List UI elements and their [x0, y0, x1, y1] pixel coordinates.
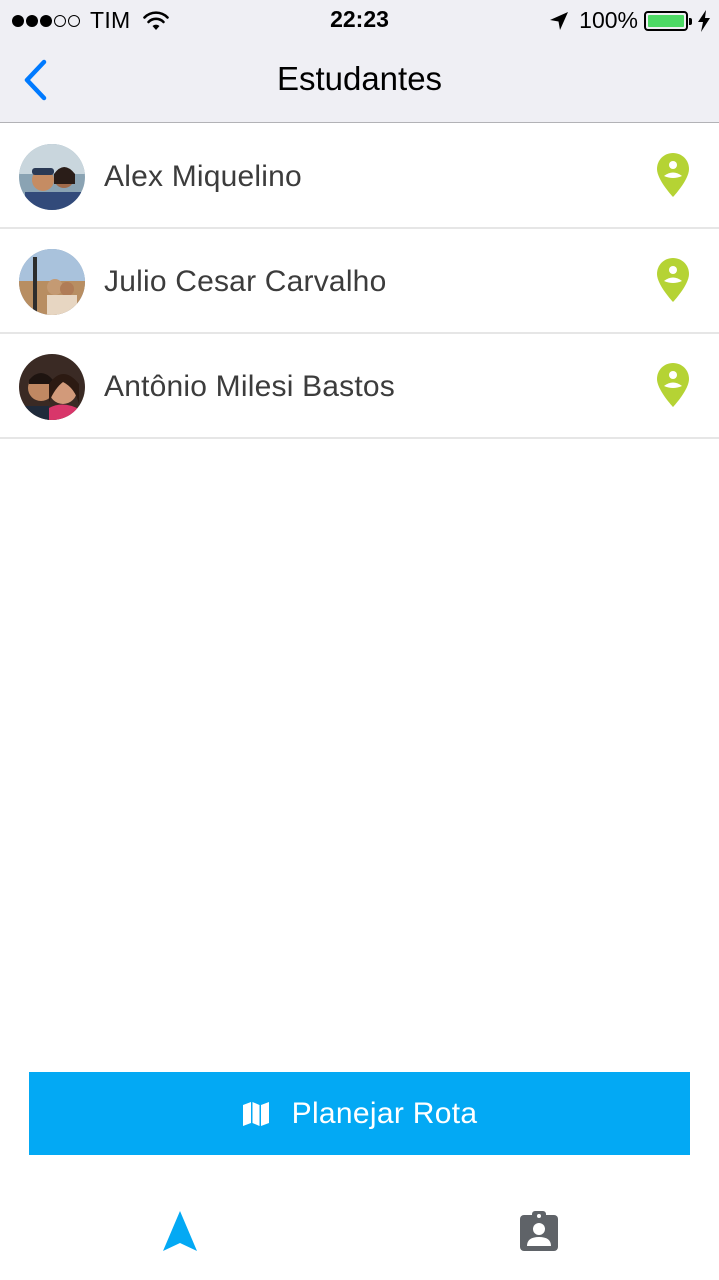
status-right: 100%	[549, 7, 711, 34]
avatar	[19, 144, 85, 210]
map-pin-icon[interactable]	[656, 152, 690, 198]
assignment-ind-icon	[520, 1211, 558, 1251]
battery-fill	[648, 14, 684, 27]
avatar	[19, 354, 85, 420]
student-name: Alex Miquelino	[104, 160, 302, 193]
nav-bar: Estudantes	[0, 40, 719, 123]
student-name: Antônio Milesi Bastos	[104, 370, 396, 403]
map-icon	[242, 1101, 269, 1126]
battery-nub	[689, 17, 692, 25]
charging-bolt-icon	[698, 9, 710, 32]
battery-percent: 100%	[579, 7, 638, 33]
battery-icon	[644, 10, 692, 31]
page-title: Estudantes	[276, 60, 443, 97]
tab-profile[interactable]	[519, 1210, 559, 1252]
location-arrow-icon	[550, 11, 569, 30]
list-item[interactable]: Alex Miquelino	[0, 124, 719, 229]
list-item[interactable]: Julio Cesar Carvalho	[0, 229, 719, 334]
plan-route-label: Planejar Rota	[291, 1096, 478, 1130]
tab-navigation[interactable]	[162, 1210, 198, 1252]
app-screen: TIM 22:23 100% Estudantes Alex Miquelino…	[0, 0, 719, 1280]
status-bar: TIM 22:23 100%	[0, 0, 719, 40]
plan-route-button[interactable]: Planejar Rota	[29, 1072, 690, 1155]
tab-bar	[0, 1180, 719, 1280]
avatar	[19, 249, 85, 315]
navigation-arrow-icon	[163, 1211, 197, 1251]
student-name: Julio Cesar Carvalho	[104, 265, 387, 298]
header: TIM 22:23 100% Estudantes	[0, 0, 719, 123]
student-list: Alex Miquelino Julio Cesar Carvalho Antô…	[0, 124, 719, 439]
list-item[interactable]: Antônio Milesi Bastos	[0, 334, 719, 439]
map-pin-icon[interactable]	[656, 257, 690, 303]
map-pin-icon[interactable]	[656, 362, 690, 408]
